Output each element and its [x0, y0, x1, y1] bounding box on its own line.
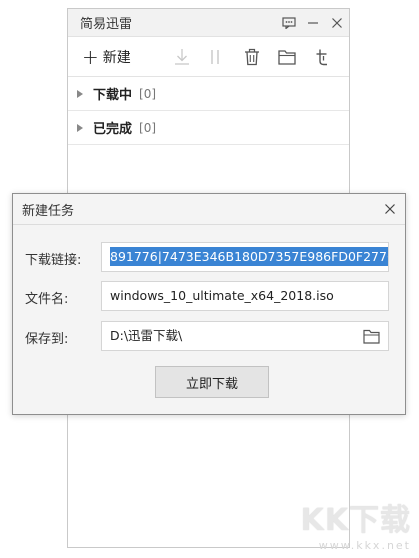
new-task-button[interactable]: + 新建 [82, 47, 131, 67]
new-task-dialog: 新建任务 下载链接: 891776|7473E346B180D7357E986F… [12, 193, 406, 415]
dialog-title-bar: 新建任务 [13, 194, 405, 224]
saveto-input[interactable]: D:\迅雷下载\ [101, 321, 389, 351]
watermark-logo: KK下载 [300, 503, 411, 538]
minimize-icon[interactable] [301, 9, 325, 37]
dialog-divider [13, 224, 405, 225]
new-task-label: 新建 [102, 49, 131, 66]
link-label: 下载链接: [25, 253, 82, 268]
filename-input[interactable]: windows_10_ultimate_x64_2018.iso [101, 281, 389, 311]
group-downloading[interactable]: 下载中 [0] [68, 77, 349, 111]
close-icon[interactable] [325, 9, 349, 37]
filename-row: 文件名: windows_10_ultimate_x64_2018.iso [13, 281, 405, 311]
link-row: 下载链接: 891776|7473E346B180D7357E986FD0F27… [13, 242, 405, 272]
app-title: 简易迅雷 [80, 17, 133, 32]
download-icon[interactable] [172, 47, 192, 67]
dialog-title: 新建任务 [22, 203, 75, 219]
filename-value: windows_10_ultimate_x64_2018.iso [110, 288, 334, 303]
title-bar: 简易迅雷 [68, 9, 349, 37]
group-count: [0] [139, 86, 157, 101]
saveto-value: D:\迅雷下载\ [110, 328, 183, 343]
plus-icon: + [82, 44, 99, 69]
toolbar: + 新建 [68, 37, 349, 77]
watermark: KK下载 www.kkx.net [301, 495, 412, 552]
expand-arrow-icon [77, 123, 83, 132]
pause-icon[interactable] [205, 47, 225, 67]
group-completed[interactable]: 已完成 [0] [68, 111, 349, 145]
close-icon[interactable] [382, 201, 398, 217]
delete-icon[interactable] [242, 47, 262, 67]
share-icon[interactable] [312, 47, 332, 67]
group-count: [0] [139, 120, 157, 135]
watermark-url: www.kkx.net [318, 539, 411, 552]
feedback-icon[interactable] [277, 9, 301, 37]
expand-arrow-icon [77, 89, 83, 98]
saveto-row: 保存到: D:\迅雷下载\ [13, 321, 405, 351]
saveto-label: 保存到: [25, 332, 69, 347]
group-label: 已完成 [93, 122, 133, 137]
link-input[interactable]: 891776|7473E346B180D7357E986FD0F2776360|… [101, 242, 389, 272]
folder-icon[interactable] [277, 47, 297, 67]
link-value: 891776|7473E346B180D7357E986FD0F2776360|… [110, 247, 388, 266]
filename-label: 文件名: [25, 292, 69, 307]
group-label: 下载中 [93, 88, 133, 103]
download-now-button[interactable]: 立即下载 [155, 366, 269, 398]
folder-icon[interactable] [362, 327, 380, 345]
